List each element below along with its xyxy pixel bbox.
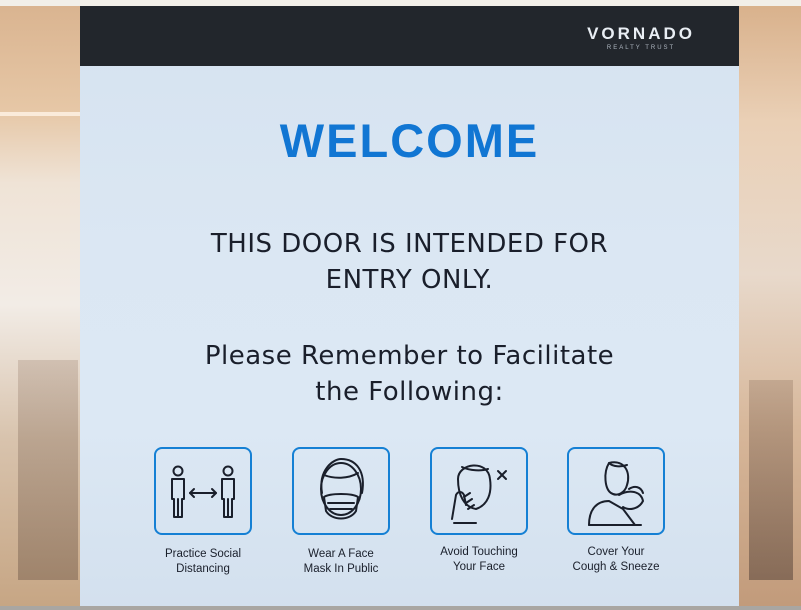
welcome-heading: WELCOME	[279, 114, 540, 167]
reminder-line-1: Please Remember to Facilitate	[204, 341, 615, 371]
cover-cough-icon	[588, 461, 644, 526]
cover-cough-tile	[567, 447, 665, 535]
guideline-caption-4: Cover Your Cough & Sneeze	[546, 545, 686, 575]
face-mask-icon	[320, 458, 364, 520]
reminder-text: Please Remember to Facilitate the Follow…	[80, 338, 739, 410]
social-distancing-icon	[171, 465, 235, 518]
guideline-caption-1: Practice Social Distancing	[133, 547, 273, 577]
sign-header-bar: VORNADO REALTY TRUST	[80, 0, 739, 66]
guideline-caption-2: Wear A Face Mask In Public	[271, 547, 411, 577]
no-touch-face-icon	[451, 464, 507, 524]
entry-notice-line-2: ENTRY ONLY.	[325, 265, 494, 295]
entry-notice-line-1: THIS DOOR IS INTENDED FOR	[210, 229, 609, 259]
caption-1-line-2: Distancing	[176, 563, 230, 575]
reminder-line-2: the Following:	[315, 377, 504, 407]
face-mask-tile	[292, 447, 390, 535]
caption-3-line-1: Avoid Touching	[440, 546, 518, 558]
no-touch-face-tile	[430, 447, 528, 535]
logo-sub-text: REALTY TRUST	[606, 45, 676, 51]
background-right-scene	[739, 0, 801, 610]
guideline-caption-3: Avoid Touching Your Face	[409, 545, 549, 575]
background-left-scene	[0, 0, 80, 610]
caption-1-line-1: Practice Social	[164, 548, 242, 560]
caption-2-line-1: Wear A Face	[308, 548, 374, 560]
caption-3-line-2: Your Face	[453, 561, 505, 573]
welcome-sign: VORNADO REALTY TRUST WELCOME THIS DOOR I…	[80, 0, 739, 610]
caption-4-line-2: Cough & Sneeze	[572, 561, 660, 573]
social-distancing-tile	[154, 447, 252, 535]
vornado-logo: VORNADO REALTY TRUST	[587, 24, 695, 51]
logo-main-text: VORNADO	[587, 24, 695, 43]
door-frame-top	[0, 0, 801, 6]
caption-4-line-1: Cover Your	[587, 546, 645, 558]
door-frame-bottom	[0, 606, 801, 610]
entry-notice: THIS DOOR IS INTENDED FOR ENTRY ONLY.	[80, 226, 739, 298]
caption-2-line-2: Mask In Public	[303, 563, 379, 575]
